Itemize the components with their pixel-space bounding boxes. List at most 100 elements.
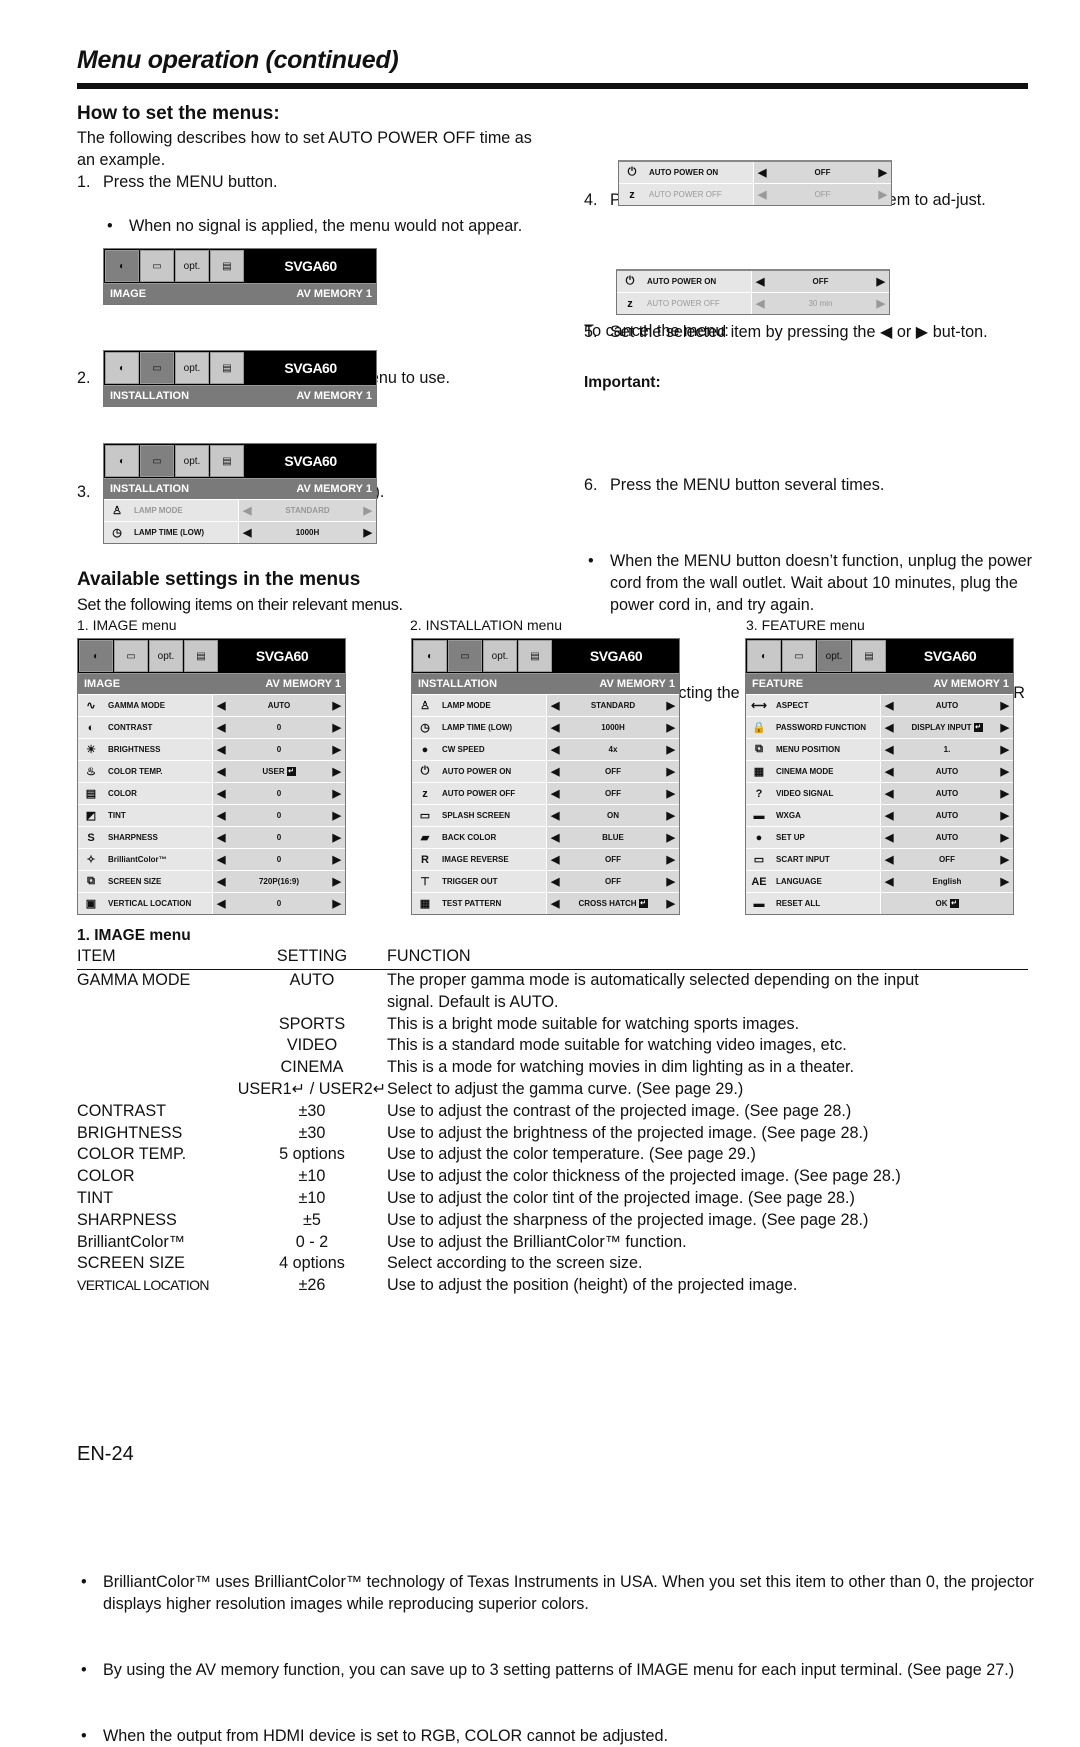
right-arrow-icon[interactable]: ▶ [333,809,341,822]
right-arrow-icon[interactable]: ▶ [667,721,675,734]
menu-row[interactable]: ⏻ AUTO POWER ON ◀ OFF ▶ [412,760,679,782]
menu-row[interactable]: ▬ RESET ALL OK ↵ [746,892,1013,914]
right-arrow-icon[interactable]: ▶ [333,787,341,800]
left-arrow-icon[interactable]: ◀ [551,853,559,866]
right-arrow-icon[interactable]: ▶ [667,897,675,910]
left-arrow-icon[interactable]: ◀ [217,897,225,910]
left-arrow-icon[interactable]: ◀ [217,721,225,734]
menu-row[interactable]: ▣ VERTICAL LOCATION ◀ 0 ▶ [78,892,345,914]
right-arrow-icon[interactable]: ▶ [667,875,675,888]
reset-all-icon: ▬ [746,893,772,914]
left-arrow-icon[interactable]: ◀ [551,721,559,734]
cell-function: Select to adjust the gamma curve. (See p… [387,1079,744,1098]
menu-row[interactable]: AE LANGUAGE ◀ English ▶ [746,870,1013,892]
menu-row[interactable]: ● CW SPEED ◀ 4x ▶ [412,738,679,760]
right-arrow-icon[interactable]: ▶ [1001,743,1009,756]
right-arrow-icon[interactable]: ▶ [1001,809,1009,822]
menu-row[interactable]: ⟷ ASPECT ◀ AUTO ▶ [746,694,1013,716]
table-heading: 1. IMAGE menu [77,927,191,944]
left-arrow-icon[interactable]: ◀ [885,809,893,822]
menu-row[interactable]: 🔒 PASSWORD FUNCTION ◀ DISPLAY INPUT ↵ ▶ [746,716,1013,738]
menu-row[interactable]: ∿ GAMMA MODE ◀ AUTO ▶ [78,694,345,716]
right-arrow-icon[interactable]: ▶ [667,699,675,712]
menu-row[interactable]: ? VIDEO SIGNAL ◀ AUTO ▶ [746,782,1013,804]
left-arrow-icon[interactable]: ◀ [551,787,559,800]
left-arrow-icon[interactable]: ◀ [217,743,225,756]
left-arrow-icon[interactable]: ◀ [551,897,559,910]
right-arrow-icon[interactable]: ▶ [667,809,675,822]
right-arrow-icon[interactable]: ▶ [333,743,341,756]
right-arrow-icon[interactable]: ▶ [333,831,341,844]
right-arrow-icon[interactable]: ▶ [667,743,675,756]
left-arrow-icon[interactable]: ◀ [551,743,559,756]
left-arrow-icon[interactable]: ◀ [885,853,893,866]
right-arrow-icon[interactable]: ▶ [1001,787,1009,800]
cell-item: SCREEN SIZE [77,1254,185,1273]
left-arrow-icon[interactable]: ◀ [551,765,559,778]
right-arrow-icon[interactable]: ▶ [333,699,341,712]
left-arrow-icon[interactable]: ◀ [217,875,225,888]
menu-row[interactable]: ⊤ TRIGGER OUT ◀ OFF ▶ [412,870,679,892]
table-row: VERTICAL LOCATION ±26 Use to adjust the po… [77,1275,1028,1297]
menu-row[interactable]: z AUTO POWER OFF ◀ OFF ▶ [412,782,679,804]
right-arrow-icon[interactable]: ▶ [667,765,675,778]
left-arrow-icon: ◀ [756,276,765,288]
menu-row[interactable]: ✧ BrilliantColor™ ◀ 0 ▶ [78,848,345,870]
how-to-intro: The following describes how to set AUTO … [77,129,532,169]
cell-item [77,1035,237,1057]
right-arrow-icon[interactable]: ▶ [667,787,675,800]
left-arrow-icon[interactable]: ◀ [217,787,225,800]
left-arrow-icon[interactable]: ◀ [885,721,893,734]
left-arrow-icon[interactable]: ◀ [217,853,225,866]
menu-row[interactable]: ▰ BACK COLOR ◀ BLUE ▶ [412,826,679,848]
menu-row[interactable]: ▬ WXGA ◀ AUTO ▶ [746,804,1013,826]
right-arrow-icon[interactable]: ▶ [1001,699,1009,712]
menu-row[interactable]: ⧉ MENU POSITION ◀ 1. ▶ [746,738,1013,760]
menu-row[interactable]: ▦ CINEMA MODE ◀ AUTO ▶ [746,760,1013,782]
menu-row-label: SPLASH SCREEN [438,805,547,826]
left-arrow-icon[interactable]: ◀ [217,831,225,844]
menu-row[interactable]: ▦ TEST PATTERN ◀ CROSS HATCH ↵ ▶ [412,892,679,914]
menu-row[interactable]: ◩ TINT ◀ 0 ▶ [78,804,345,826]
left-arrow-icon[interactable]: ◀ [551,875,559,888]
right-arrow-icon[interactable]: ▶ [1001,765,1009,778]
left-arrow-icon[interactable]: ◀ [551,699,559,712]
left-arrow-icon[interactable]: ◀ [217,765,225,778]
left-arrow-icon[interactable]: ◀ [885,699,893,712]
menu-row[interactable]: ▭ SCART INPUT ◀ OFF ▶ [746,848,1013,870]
right-arrow-icon[interactable]: ▶ [333,721,341,734]
left-arrow-icon[interactable]: ◀ [885,831,893,844]
menu-row[interactable]: ▭ SPLASH SCREEN ◀ ON ▶ [412,804,679,826]
menu-row[interactable]: ◐ CONTRAST ◀ 0 ▶ [78,716,345,738]
right-arrow-icon[interactable]: ▶ [667,853,675,866]
right-arrow-icon[interactable]: ▶ [333,897,341,910]
menu-row[interactable]: ⧉ SCREEN SIZE ◀ 720P(16:9) ▶ [78,870,345,892]
right-arrow-icon[interactable]: ▶ [1001,875,1009,888]
menu-row[interactable]: ◷ LAMP TIME (LOW) ◀ 1000H ▶ [412,716,679,738]
installation-tab-icon: ▭ [114,640,148,672]
left-arrow-icon[interactable]: ◀ [885,743,893,756]
menu-row[interactable]: R IMAGE REVERSE ◀ OFF ▶ [412,848,679,870]
right-arrow-icon[interactable]: ▶ [333,875,341,888]
left-arrow-icon[interactable]: ◀ [217,699,225,712]
left-arrow-icon[interactable]: ◀ [217,809,225,822]
menu-row-value: BLUE [602,833,624,842]
left-arrow-icon[interactable]: ◀ [885,765,893,778]
menu-row[interactable]: ☀ BRIGHTNESS ◀ 0 ▶ [78,738,345,760]
right-arrow-icon[interactable]: ▶ [1001,721,1009,734]
right-arrow-icon[interactable]: ▶ [1001,853,1009,866]
menu-row-value: AUTO [935,811,959,820]
left-arrow-icon[interactable]: ◀ [551,831,559,844]
left-arrow-icon[interactable]: ◀ [885,787,893,800]
right-arrow-icon[interactable]: ▶ [667,831,675,844]
left-arrow-icon[interactable]: ◀ [551,809,559,822]
menu-row[interactable]: ▤ COLOR ◀ 0 ▶ [78,782,345,804]
right-arrow-icon[interactable]: ▶ [333,853,341,866]
right-arrow-icon[interactable]: ▶ [1001,831,1009,844]
right-arrow-icon[interactable]: ▶ [333,765,341,778]
left-arrow-icon[interactable]: ◀ [885,875,893,888]
menu-row[interactable]: S SHARPNESS ◀ 0 ▶ [78,826,345,848]
menu-row[interactable]: ● SET UP ◀ AUTO ▶ [746,826,1013,848]
menu-row[interactable]: ♙ LAMP MODE ◀ STANDARD ▶ [412,694,679,716]
menu-row[interactable]: ♨ COLOR TEMP. ◀ USER ↵ ▶ [78,760,345,782]
